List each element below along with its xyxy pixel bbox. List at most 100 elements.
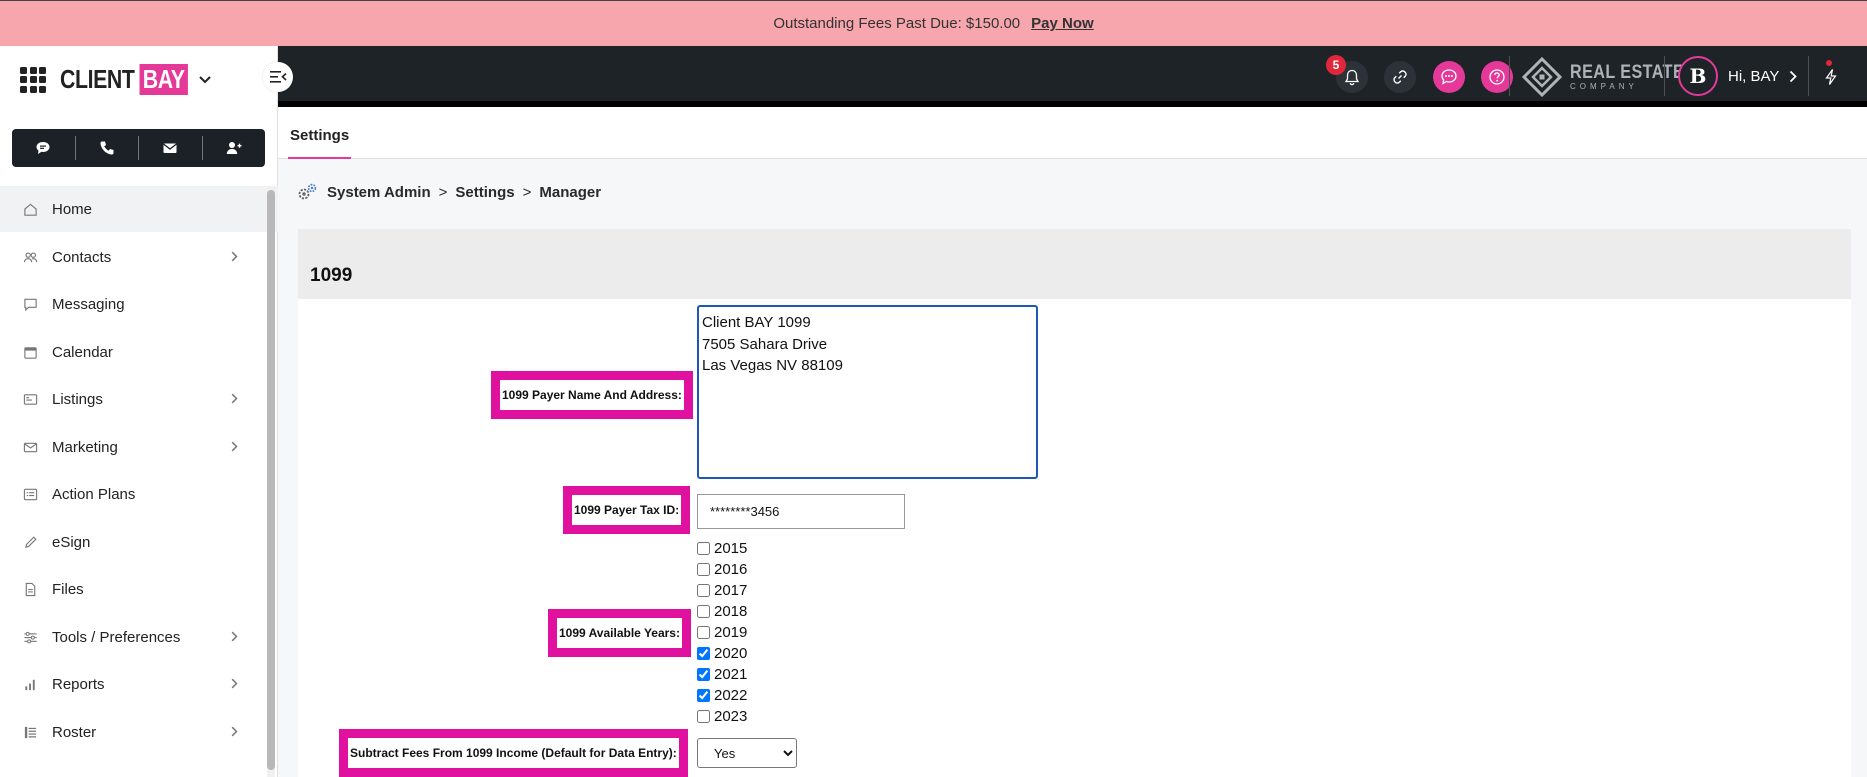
app-grid-icon[interactable] [20,66,46,93]
year-checkbox[interactable] [697,542,710,555]
pen-icon [22,534,38,550]
year-option[interactable]: 2021 [697,664,747,685]
logo-text-bay: BAY [139,64,188,95]
file-icon [22,582,38,598]
sidebar-item-label: eSign [52,533,91,551]
notification-count-badge: 5 [1326,55,1346,75]
year-option[interactable]: 2015 [697,538,747,559]
chat-dots-icon [1441,69,1457,85]
real-estate-house-icon [1522,57,1562,97]
year-option[interactable]: 2023 [697,706,747,727]
pay-now-link[interactable]: Pay Now [1031,15,1094,32]
collapse-sidebar-button[interactable] [263,62,293,92]
year-checkbox[interactable] [697,563,710,576]
quick-call-button[interactable] [76,136,139,160]
breadcrumb-item[interactable]: System Admin [327,184,431,201]
year-checkbox[interactable] [697,584,710,597]
roster-icon [22,724,38,740]
year-option[interactable]: 2022 [697,685,747,706]
tab-settings[interactable]: Settings [288,113,352,159]
sidebar-item-label: Reports [52,676,105,694]
company-logo: REAL ESTATE COMPANY [1522,57,1704,97]
sidebar-item-reports[interactable]: Reports [0,661,262,709]
user-greeting: Hi, BAY [1728,67,1780,85]
chevron-right-icon [231,441,238,451]
chat-icon [36,142,50,154]
notifications-button[interactable]: 5 [1326,55,1368,93]
chevron-right-icon [231,251,238,261]
help-icon [1489,69,1505,85]
year-label: 2023 [714,708,748,725]
year-checkbox[interactable] [697,647,710,660]
year-label: 2020 [714,645,748,662]
sidebar-item-esign[interactable]: eSign [0,519,262,567]
sidebar-item-home[interactable]: Home [0,186,262,234]
add-user-icon [226,142,242,154]
quick-add-contact-button[interactable] [203,136,266,160]
sidebar-scrollbar-thumb[interactable] [267,190,275,770]
breadcrumb-item[interactable]: Settings [455,184,514,201]
year-checkbox[interactable] [697,605,710,618]
topbar-separator [1509,56,1510,96]
top-bar: 5 REAL ESTATE COMPANY B Hi, BAY [278,46,1867,107]
sidebar-item-label: Listings [52,391,103,409]
breadcrumb-separator: > [438,183,448,201]
links-button[interactable] [1384,61,1416,93]
breadcrumb-item: Manager [539,183,602,201]
chat-bubble-icon [22,297,38,313]
year-option[interactable]: 2019 [697,622,747,643]
sidebar-item-label: Home [52,201,93,219]
sidebar-item-marketing[interactable]: Marketing [0,424,262,472]
year-checkbox[interactable] [697,689,710,702]
payer-name-label-highlight: 1099 Payer Name And Address: [491,371,693,419]
payer-name-address-input[interactable]: Client BAY 1099 7505 Sahara Drive Las Ve… [697,305,1038,479]
logo-text-client: CLIENT [60,64,135,94]
sidebar-nav: Home Contacts Messaging Calendar Listings Mar… [0,186,262,756]
year-option[interactable]: 2017 [697,580,747,601]
sidebar-item-listings[interactable]: Listings [0,376,262,424]
topbar-separator [1808,56,1809,96]
breadcrumb: System Admin > Settings > Manager [296,182,601,202]
year-checkbox[interactable] [697,626,710,639]
past-due-banner: Outstanding Fees Past Due: $150.00 Pay N… [0,0,1867,46]
calendar-icon [22,344,38,360]
tax-id-label: 1099 Payer Tax ID: [572,495,682,525]
chevron-down-icon[interactable] [198,75,212,85]
quick-message-button[interactable] [12,136,76,160]
gears-icon [298,183,317,200]
chevron-right-icon [1790,70,1798,82]
user-menu[interactable]: B Hi, BAY [1678,56,1798,96]
quick-action-button[interactable] [1815,61,1847,93]
year-option[interactable]: 2018 [697,601,747,622]
sidebar-item-label: Roster [52,723,97,741]
sidebar-item-contacts[interactable]: Contacts [0,234,262,282]
main-content: System Admin > Settings > Manager 1099 [278,159,1867,777]
quick-email-button[interactable] [139,136,203,160]
sidebar-item-messaging[interactable]: Messaging [0,281,262,329]
year-option[interactable]: 2016 [697,559,747,580]
bar-chart-icon [22,677,38,693]
client-bay-logo: CLIENT BAY [60,64,188,95]
envelope-icon [163,143,178,153]
sidebar-item-tools-preferences[interactable]: Tools / Preferences [0,614,262,662]
sidebar-item-action-plans[interactable]: Action Plans [0,471,262,519]
tax-id-input[interactable] [697,494,905,529]
year-checkbox[interactable] [697,710,710,723]
panel-title: 1099 [298,229,1851,299]
year-option[interactable]: 2020 [697,643,747,664]
company-name-line1: REAL ESTATE [1570,62,1685,83]
available-years-label-highlight: 1099 Available Years: [548,609,691,657]
brand[interactable]: CLIENT BAY [20,64,212,95]
bell-icon [1344,69,1360,85]
chat-button[interactable] [1433,61,1465,93]
sidebar-item-calendar[interactable]: Calendar [0,329,262,377]
subtract-fees-select[interactable]: Yes [697,738,797,768]
sidebar-item-files[interactable]: Files [0,566,262,614]
lightning-icon [1825,69,1837,85]
subtract-fees-label: Subtract Fees From 1099 Income (Default … [348,738,679,768]
year-checkbox[interactable] [697,668,710,681]
sidebar-item-roster[interactable]: Roster [0,709,262,757]
avatar: B [1678,56,1718,96]
sidebar-item-label: Messaging [52,296,125,314]
chevron-right-icon [231,393,238,404]
